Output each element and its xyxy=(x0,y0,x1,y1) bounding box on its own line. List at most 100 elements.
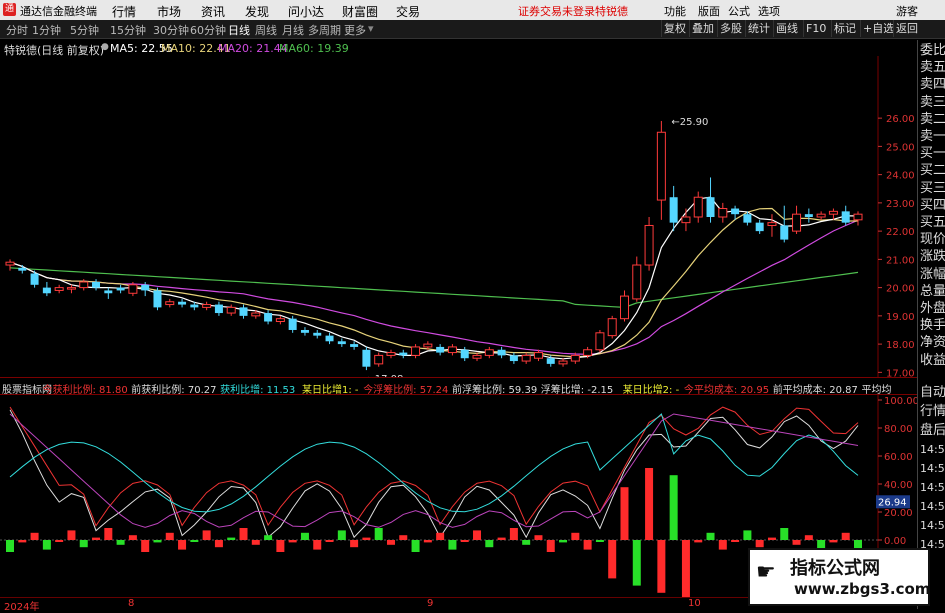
histogram-bar xyxy=(128,535,137,540)
btn-f10[interactable]: F10 xyxy=(803,20,828,37)
candlestick-chart[interactable]: 26.00 25.00 24.00 23.00 22.00 21.00 20.00 19.00… xyxy=(0,56,917,378)
candle-body xyxy=(828,210,838,215)
side-tab[interactable]: 外盘 xyxy=(920,302,945,316)
candle xyxy=(202,301,212,311)
btn-add-watchlist[interactable]: +自选 xyxy=(860,20,896,37)
candle-body xyxy=(447,346,457,354)
histogram-bar xyxy=(595,540,604,542)
price-tick-label: 23.00 xyxy=(886,199,915,210)
side-tab[interactable]: 买二 xyxy=(920,164,945,178)
period-30min[interactable]: 30分钟 xyxy=(153,22,189,38)
btn-duogu[interactable]: 多股 xyxy=(717,20,744,37)
side-tab[interactable]: 卖三 xyxy=(920,95,945,110)
side-tab[interactable]: 买四 xyxy=(920,199,945,213)
side-tab[interactable]: 换手 xyxy=(920,319,945,333)
menu-item-wenxiaoda[interactable]: 问小达 xyxy=(288,3,324,20)
candle-body xyxy=(521,354,531,362)
candle xyxy=(337,338,346,347)
period-daily[interactable]: 日线 xyxy=(228,22,250,38)
btn-tongji[interactable]: 统计 xyxy=(745,20,772,37)
period-15min[interactable]: 15分钟 xyxy=(110,22,146,38)
side-tab[interactable]: 卖五 xyxy=(920,61,945,75)
candle-body xyxy=(92,281,101,288)
side-tab[interactable]: 卖四 xyxy=(920,78,945,92)
side-bottom-tab[interactable]: 自动 xyxy=(920,386,945,400)
menu-banmian[interactable]: 版面 xyxy=(698,3,720,19)
histogram-bar xyxy=(608,540,617,579)
histogram-bar xyxy=(411,540,420,552)
menu-gongneng[interactable]: 功能 xyxy=(664,3,686,19)
cyan-line xyxy=(9,413,859,513)
candle xyxy=(558,358,568,367)
chevron-down-icon[interactable]: ▾ xyxy=(368,22,374,35)
side-tab[interactable]: 买一 xyxy=(920,147,945,161)
btn-fuquan[interactable]: 复权 xyxy=(661,20,688,37)
histogram-bar xyxy=(386,540,395,545)
candle xyxy=(5,259,15,271)
period-weekly[interactable]: 周线 xyxy=(255,22,277,38)
side-tab[interactable]: 委比 xyxy=(920,44,945,58)
period-5min[interactable]: 5分钟 xyxy=(70,22,99,38)
side-tab[interactable]: 卖二 xyxy=(920,113,945,127)
histogram-bar xyxy=(559,540,568,543)
candle-body xyxy=(423,343,433,348)
guest-label[interactable]: 游客 xyxy=(896,3,918,19)
histogram-bar xyxy=(657,540,666,593)
btn-diejia[interactable]: 叠加 xyxy=(689,20,716,37)
side-tab[interactable]: 总量 xyxy=(920,285,945,299)
side-tab[interactable]: 收益 xyxy=(920,353,945,368)
candle xyxy=(313,329,322,339)
menu-item-shichang[interactable]: 市场 xyxy=(157,3,181,20)
period-more[interactable]: 更多 xyxy=(344,22,366,38)
side-tab[interactable]: 净资 xyxy=(920,336,945,350)
candle xyxy=(214,301,223,316)
side-tab[interactable]: 买三 xyxy=(920,181,945,196)
menu-item-zixun[interactable]: 资讯 xyxy=(201,3,225,20)
menu-item-hangqing[interactable]: 行情 xyxy=(112,3,136,20)
current-value-label: 26.94 xyxy=(878,497,907,508)
side-tab[interactable]: 现价 xyxy=(920,233,945,247)
period-1min[interactable]: 1分钟 xyxy=(32,22,61,38)
candle xyxy=(92,279,101,291)
candle-body xyxy=(79,281,89,289)
histogram-bar xyxy=(214,540,223,548)
candle-body xyxy=(718,208,728,218)
histogram-bar xyxy=(632,540,641,586)
menu-item-faxian[interactable]: 发现 xyxy=(245,3,269,20)
candle xyxy=(853,211,863,226)
menu-gongshi[interactable]: 公式 xyxy=(728,3,750,19)
candle-body xyxy=(767,222,777,226)
period-multi[interactable]: 多周期 xyxy=(308,22,341,38)
candle xyxy=(54,284,64,294)
btn-biaoji[interactable]: 标记 xyxy=(831,20,858,37)
settings-dot-icon[interactable]: ● xyxy=(101,42,109,52)
side-tab[interactable]: 涨幅 xyxy=(920,267,945,282)
histogram-bar xyxy=(276,540,285,552)
side-bottom-tab[interactable]: 盘后 xyxy=(920,424,945,438)
price-tick-label: 24.00 xyxy=(886,171,915,182)
menu-item-caifuquan[interactable]: 财富圈 xyxy=(342,3,378,20)
candle xyxy=(153,287,162,311)
menu-xuanxiang[interactable]: 选项 xyxy=(758,3,780,19)
btn-back[interactable]: 返回 xyxy=(893,20,920,37)
candle-body xyxy=(275,318,285,323)
title-bar: 通 通达信金融终端 行情 市场 资讯 发现 问小达 财富圈 交易 证券交易未登录… xyxy=(0,0,945,20)
candle-body xyxy=(30,273,39,285)
candle-body xyxy=(18,267,27,271)
login-notice[interactable]: 证券交易未登录 xyxy=(518,3,595,19)
histogram-bar xyxy=(239,528,248,540)
histogram-bar xyxy=(92,537,101,540)
stock-link[interactable]: 特锐德 xyxy=(595,3,628,19)
menu-item-jiaoyi[interactable]: 交易 xyxy=(396,3,420,20)
side-bottom-tab[interactable]: 行情 xyxy=(920,405,945,419)
side-tab[interactable]: 卖一 xyxy=(920,130,945,144)
histogram-bar xyxy=(337,530,346,540)
period-monthly[interactable]: 月线 xyxy=(282,22,304,38)
side-tab[interactable]: 涨跌 xyxy=(920,250,945,264)
candle-body xyxy=(190,304,199,308)
side-tab[interactable]: 买五 xyxy=(920,216,945,230)
btn-huaxian[interactable]: 画线 xyxy=(773,20,800,37)
period-fenshi[interactable]: 分时 xyxy=(6,22,28,38)
candle-body xyxy=(5,261,15,266)
period-60min[interactable]: 60分钟 xyxy=(190,22,226,38)
